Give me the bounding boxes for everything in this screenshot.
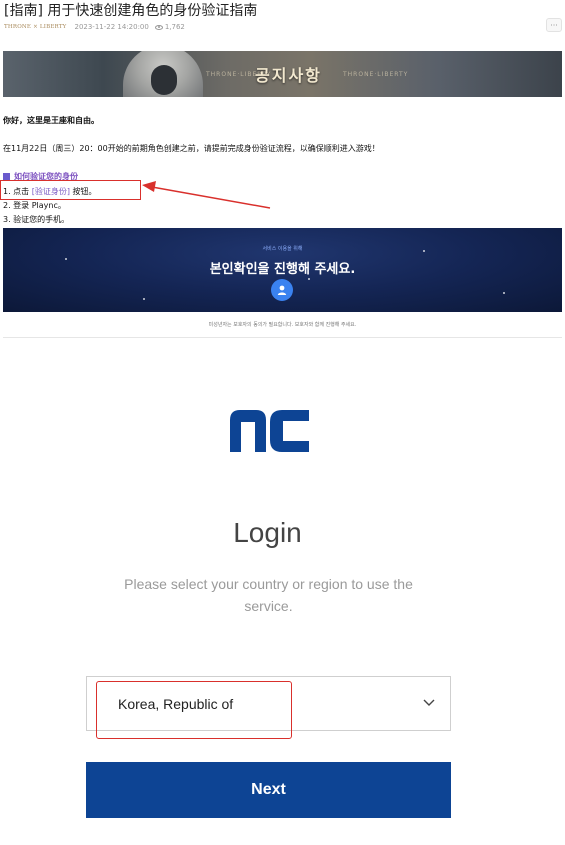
login-subtitle: Please select your country or region to … — [124, 576, 413, 614]
section-divider — [3, 337, 562, 338]
highlight-box-country — [96, 681, 292, 739]
banner-star — [143, 298, 145, 300]
verify-identity-banner: 서비스 이용을 위해 본인확인을 진행해 주세요. — [3, 228, 562, 312]
banner-star — [503, 292, 505, 294]
verify-banner-title: 본인확인을 진행해 주세요. — [209, 262, 356, 277]
verify-banner-caption: 미성년자는 보호자의 동의가 필요합니다. 보호자와 함께 진행해 주세요. — [208, 322, 357, 328]
next-button[interactable]: Next — [86, 762, 451, 818]
user-icon — [277, 285, 287, 295]
annotation-arrow — [142, 181, 271, 209]
verify-user-button[interactable] — [271, 279, 293, 301]
verify-banner-subtitle: 서비스 이용을 위해 — [262, 246, 303, 252]
banner-star — [308, 278, 310, 280]
login-title: Login — [233, 517, 302, 548]
chevron-down-icon — [423, 699, 435, 706]
nc-logo-icon — [230, 410, 309, 452]
